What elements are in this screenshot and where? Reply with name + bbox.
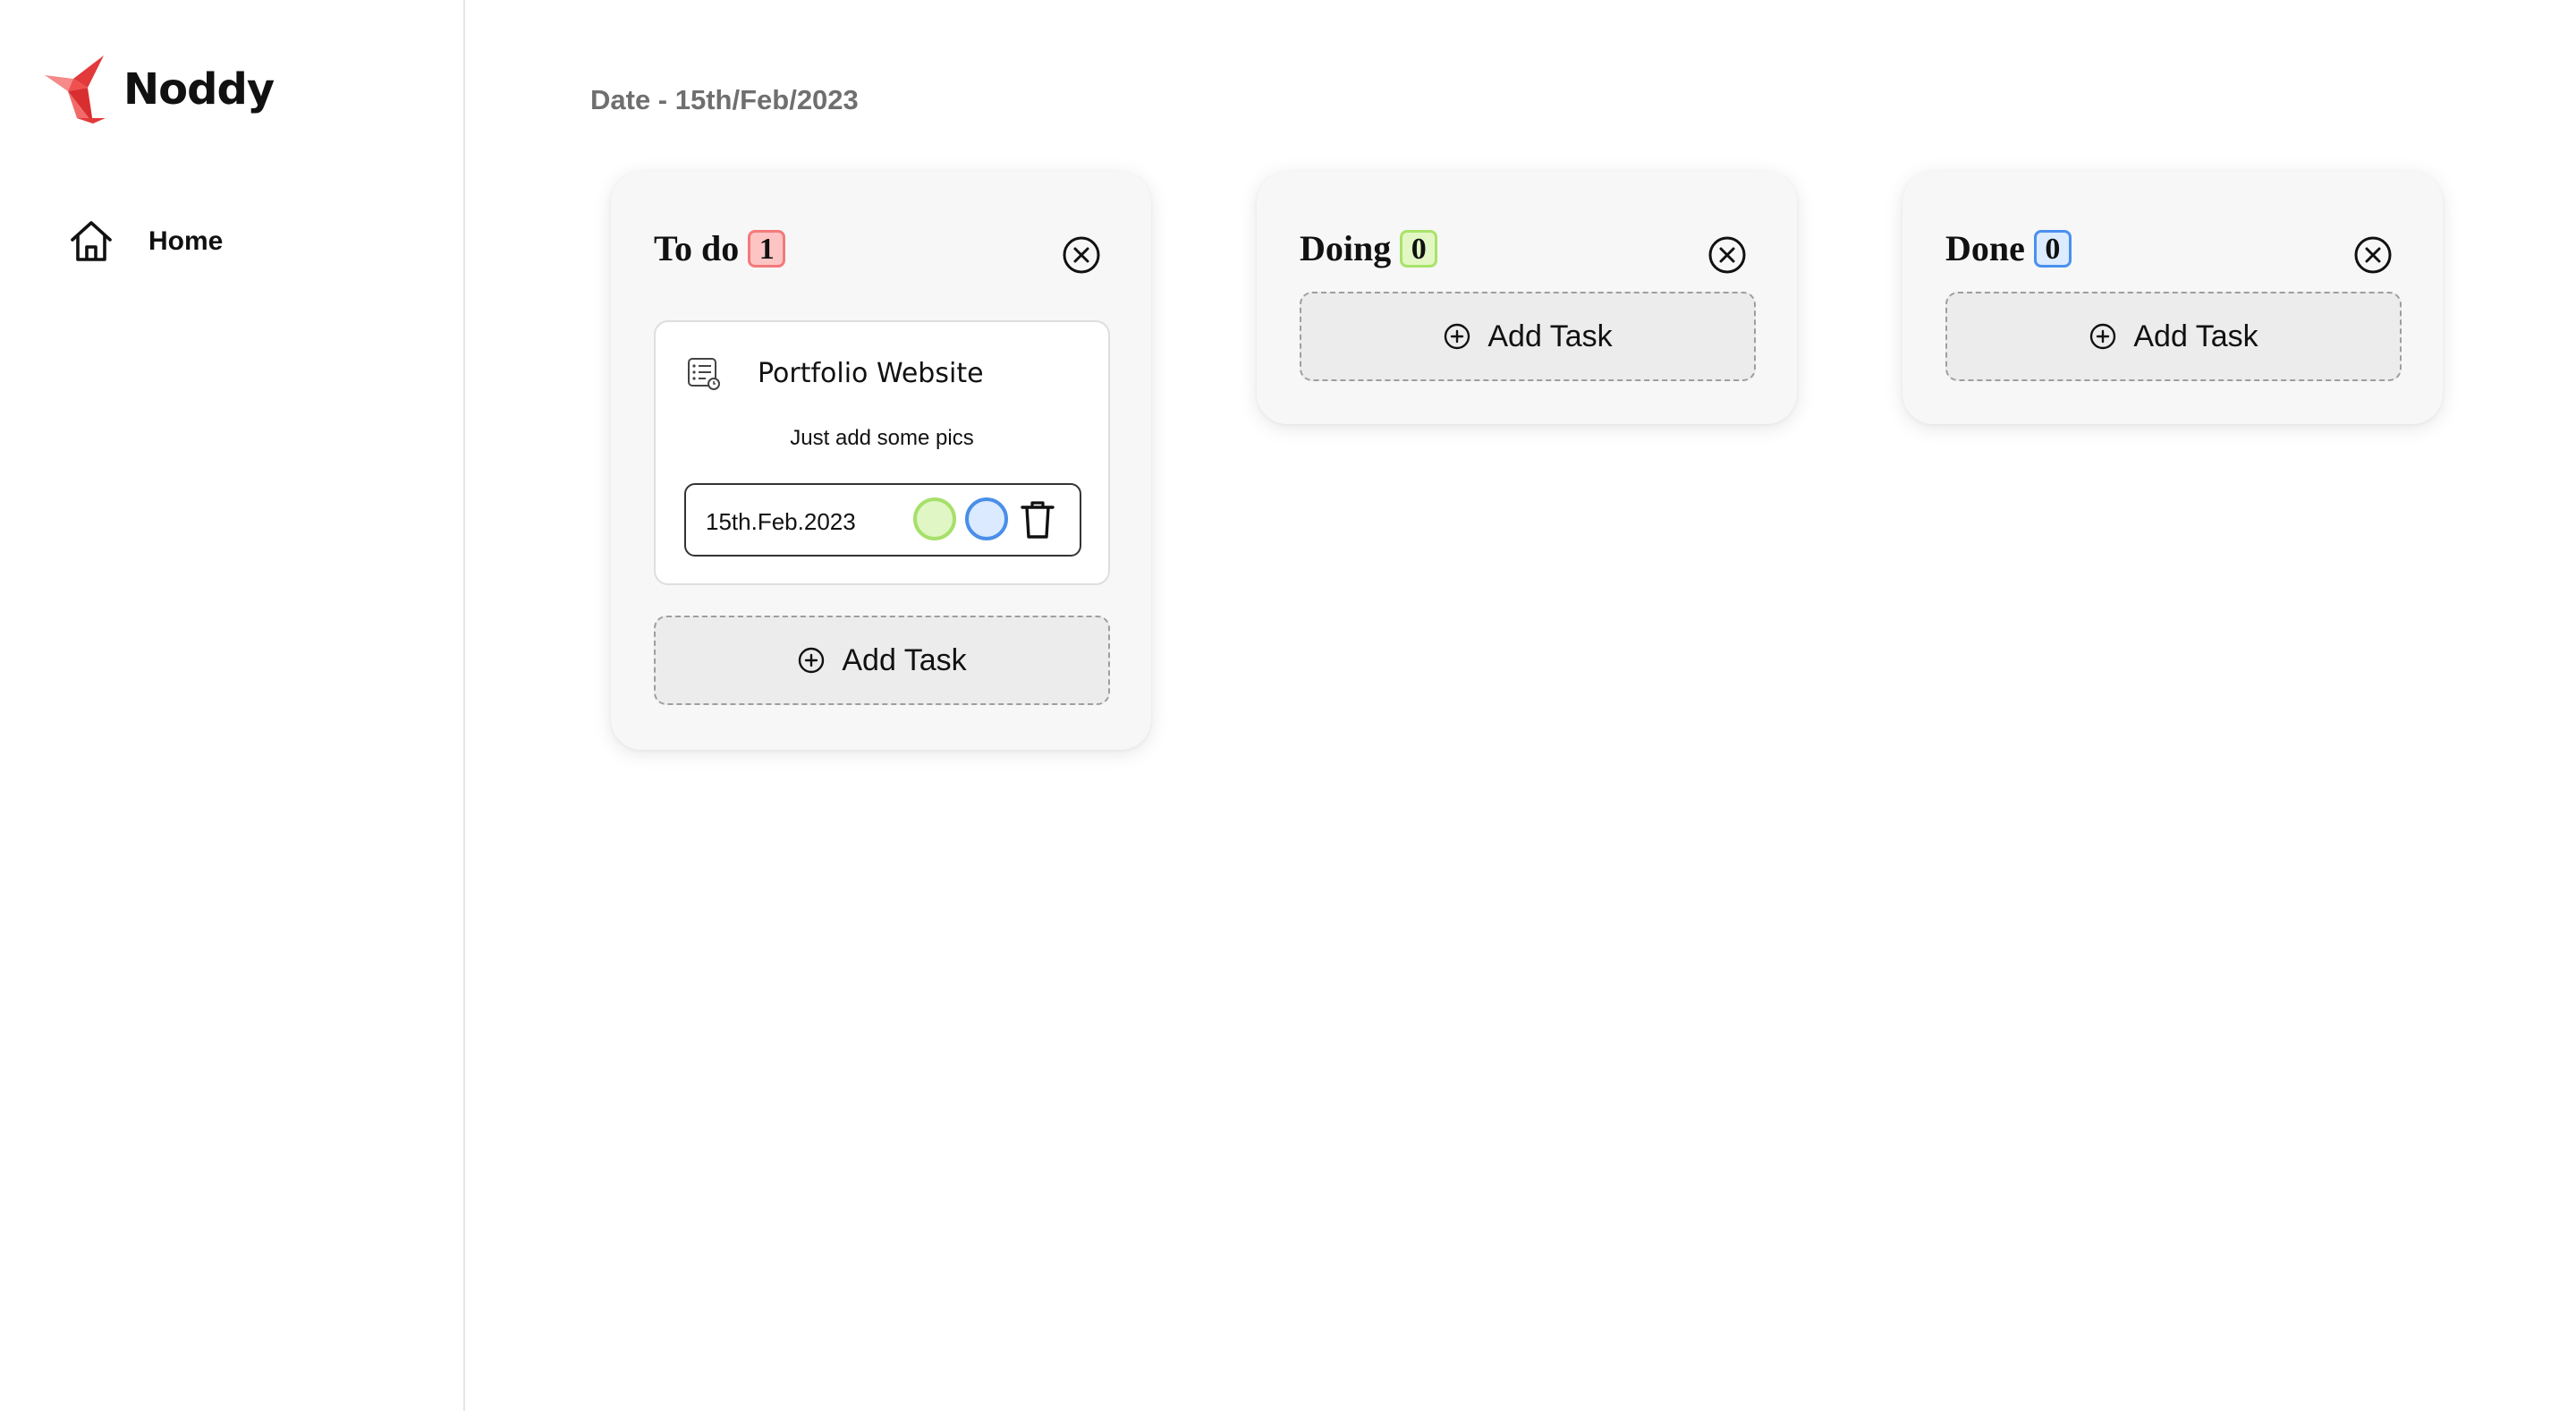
sidebar: Noddy Home — [0, 0, 465, 1411]
task-card[interactable]: Portfolio Website Just add some pics 15t… — [654, 320, 1110, 585]
app-name: Noddy — [123, 64, 275, 115]
home-icon — [71, 221, 112, 261]
task-footer: 15th.Feb.2023 — [684, 483, 1081, 557]
close-column-icon[interactable] — [1062, 235, 1101, 275]
logo[interactable]: Noddy — [41, 52, 275, 127]
column-title: Doing — [1300, 228, 1392, 268]
task-description: Just add some pics — [790, 426, 974, 450]
column-header: Done 0 — [1945, 227, 2072, 269]
task-count-badge: 0 — [2033, 229, 2072, 268]
add-task-label: Add Task — [2133, 319, 2258, 353]
column-title: To do — [654, 228, 740, 268]
task-date: 15th.Feb.2023 — [706, 508, 856, 535]
task-title: Portfolio Website — [758, 358, 984, 389]
trash-icon[interactable] — [1019, 499, 1056, 540]
close-column-icon[interactable] — [2353, 235, 2393, 275]
add-task-button[interactable]: Add Task — [654, 616, 1110, 705]
task-count-badge: 1 — [748, 229, 786, 268]
task-count-badge: 0 — [1400, 229, 1438, 268]
bird-logo-icon — [45, 55, 106, 123]
add-task-button[interactable]: Add Task — [1945, 292, 2402, 381]
column-done: Done 0 Add Task — [1902, 172, 2443, 424]
add-task-button[interactable]: Add Task — [1300, 292, 1756, 381]
column-title: Done — [1945, 228, 2025, 268]
add-task-label: Add Task — [1487, 319, 1613, 353]
column-doing: Doing 0 Add Task — [1257, 172, 1797, 424]
move-to-doing-button[interactable] — [913, 497, 956, 540]
plus-circle-icon — [799, 647, 825, 674]
sidebar-item-label: Home — [148, 226, 224, 256]
current-date: Date - 15th/Feb/2023 — [590, 84, 859, 115]
plus-circle-icon — [1445, 323, 1470, 350]
add-task-label: Add Task — [842, 642, 967, 677]
column-header: To do 1 — [654, 227, 786, 269]
sidebar-item-home[interactable]: Home — [68, 218, 223, 265]
task-list-icon — [688, 358, 720, 390]
plus-circle-icon — [2090, 323, 2116, 350]
column-todo: To do 1 Portfolio Website Just add some … — [611, 172, 1151, 750]
column-header: Doing 0 — [1300, 227, 1438, 269]
app-root: Noddy Home Date - 15th/Feb/2023 To do 1 — [0, 0, 2576, 1411]
move-to-done-button[interactable] — [965, 497, 1008, 540]
close-column-icon[interactable] — [1707, 235, 1747, 275]
